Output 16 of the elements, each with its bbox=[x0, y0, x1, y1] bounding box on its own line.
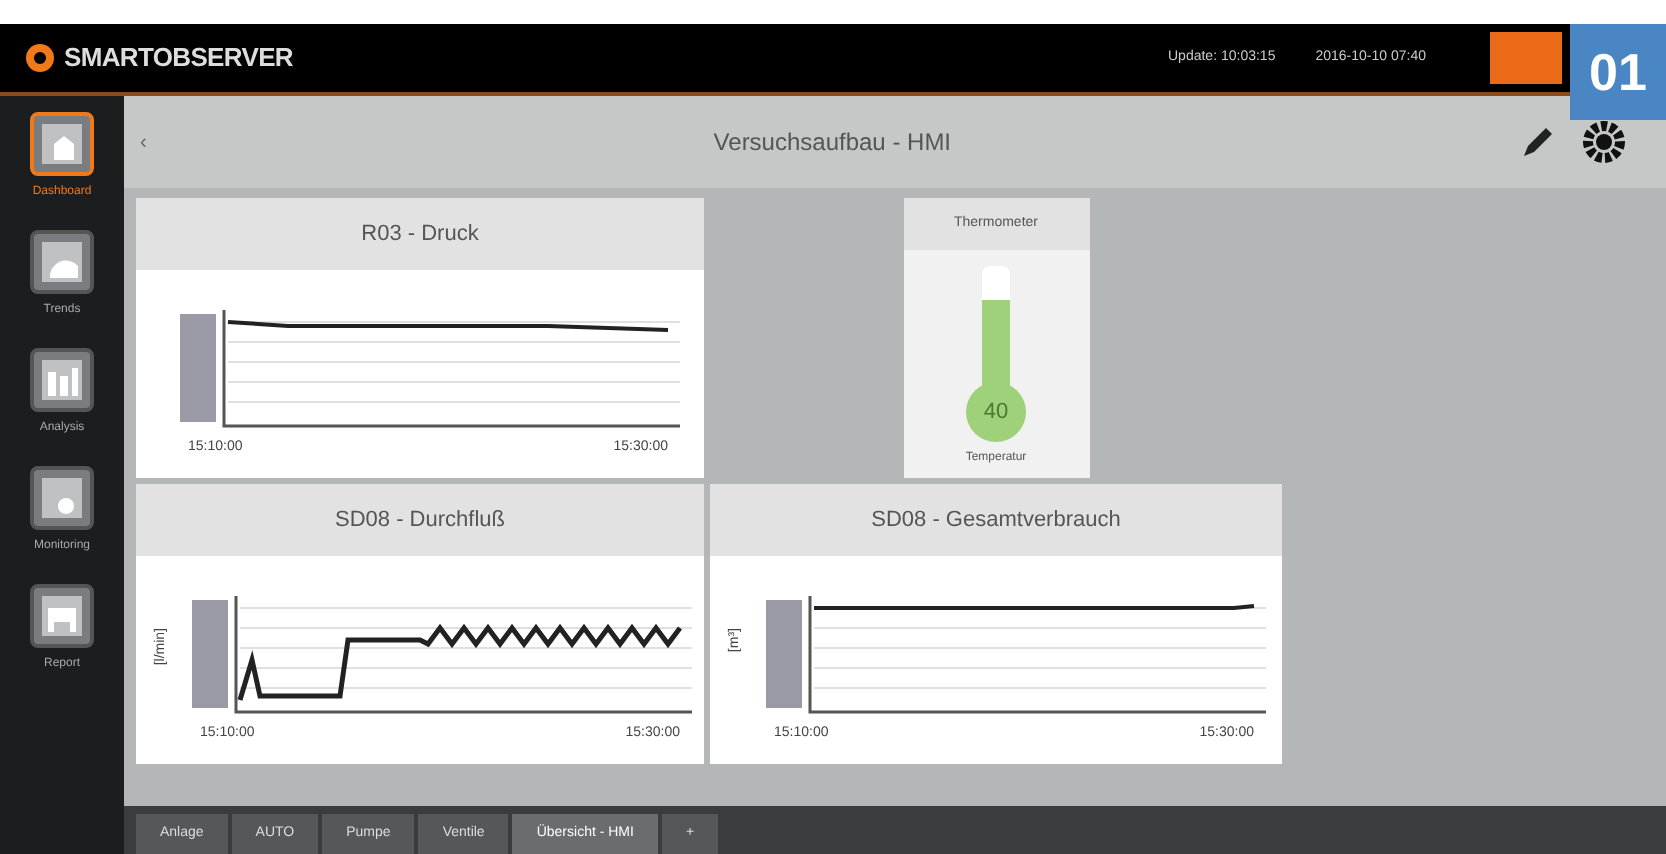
gauge-reading: 40 bbox=[966, 382, 1026, 442]
module-icon bbox=[30, 466, 94, 530]
edit-icon[interactable] bbox=[1518, 122, 1558, 162]
number-badge: 01 bbox=[1570, 24, 1666, 120]
logo-icon bbox=[24, 42, 56, 74]
back-button[interactable]: ‹ bbox=[140, 127, 147, 157]
module-icon bbox=[30, 112, 94, 176]
card-title: SD08 - Gesamtverbrauch bbox=[710, 484, 1282, 556]
logo-text: SMARTOBSERVER bbox=[64, 40, 293, 77]
settings-icon[interactable] bbox=[1582, 120, 1626, 164]
module-icon bbox=[30, 584, 94, 648]
card-title: SD08 - Durchfluß bbox=[136, 484, 704, 556]
module-icon bbox=[30, 230, 94, 294]
card-title: R03 - Druck bbox=[136, 198, 704, 270]
page-title: Versuchsaufbau - HMI bbox=[711, 126, 954, 160]
module-icon bbox=[30, 348, 94, 412]
